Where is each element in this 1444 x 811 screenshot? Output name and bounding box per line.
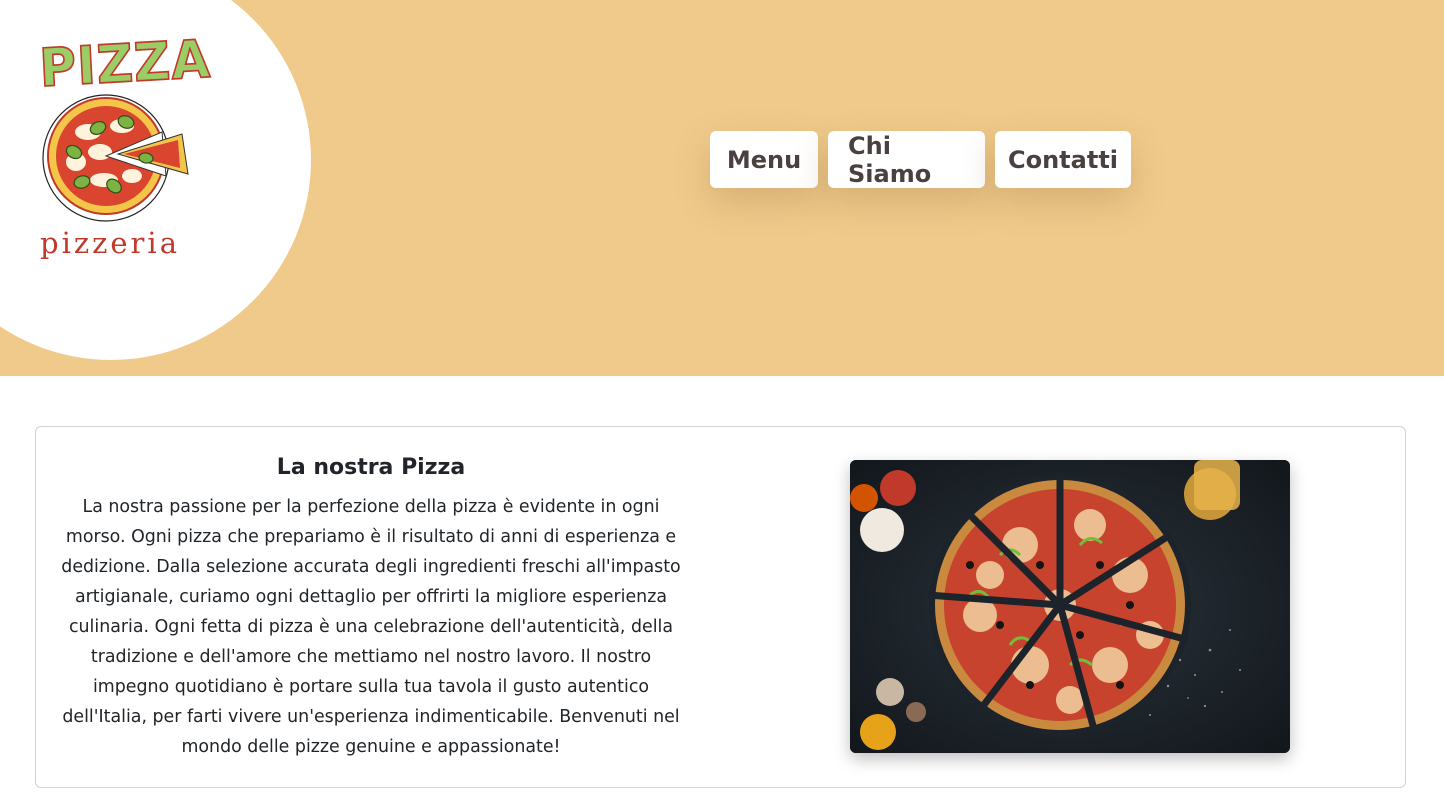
nav-contatti-button[interactable]: Contatti	[995, 131, 1131, 188]
site-header: PIZZA pizzeria Menu Chi Siamo Contatti	[0, 0, 1444, 376]
nav-menu-button[interactable]: Menu	[710, 131, 818, 188]
logo-word-pizzeria: pizzeria	[40, 226, 180, 260]
pizza-logo-icon	[42, 94, 189, 222]
main-navigation: Menu Chi Siamo Contatti	[710, 131, 1131, 188]
nav-chi-siamo-button[interactable]: Chi Siamo	[828, 131, 985, 188]
about-pizza-card: La nostra Pizza La nostra passione per l…	[35, 426, 1406, 788]
about-description: La nostra passione per la perfezione del…	[61, 497, 681, 757]
logo-word-pizza: PIZZA	[37, 28, 213, 100]
pizza-photo	[850, 460, 1290, 753]
about-title: La nostra Pizza	[276, 455, 466, 480]
about-text-block: La nostra Pizza La nostra passione per l…	[56, 455, 686, 762]
pizzeria-logo[interactable]: PIZZA pizzeria	[30, 28, 213, 270]
pizza-photo-image	[850, 460, 1290, 753]
